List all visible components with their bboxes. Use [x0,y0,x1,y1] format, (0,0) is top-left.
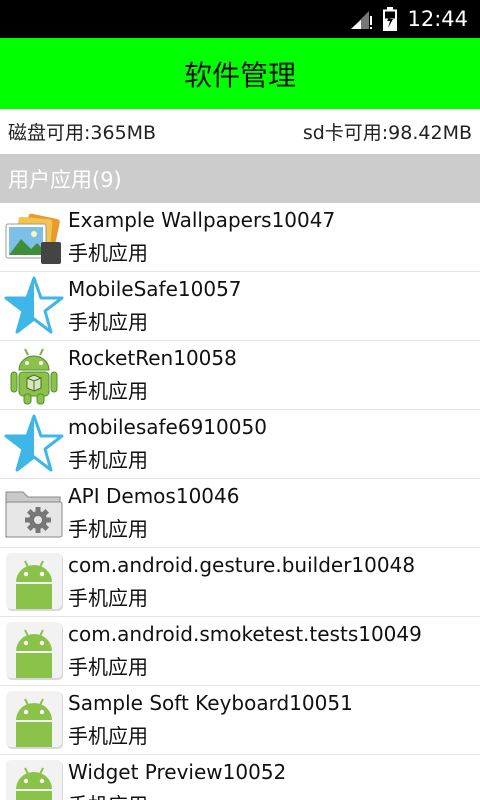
clock: 12:44 [407,7,468,31]
app-name: com.android.gesture.builder10048 [68,553,416,577]
app-name: Sample Soft Keyboard10051 [68,691,353,715]
wallpaper-icon [3,206,65,268]
app-type: 手机应用 [68,655,148,679]
signal-icon [351,11,373,29]
app-list-item[interactable]: com.android.smoketest.tests10049 手机应用 [0,617,480,686]
app-name: com.android.smoketest.tests10049 [68,622,422,646]
android-icon [3,689,65,751]
app-list-item[interactable]: Widget Preview10052 手机应用 [0,755,480,800]
app-type: 手机应用 [68,310,148,334]
android-icon [3,620,65,682]
star-icon [3,275,65,337]
app-type: 手机应用 [68,724,148,748]
app-list-item[interactable]: API Demos10046 手机应用 [0,479,480,548]
app-type: 手机应用 [68,789,148,800]
app-name: mobilesafe6910050 [68,415,267,439]
app-name: MobileSafe10057 [68,277,242,301]
app-list-item[interactable]: MobileSafe10057 手机应用 [0,272,480,341]
section-header-user-apps: 用户应用(9) [0,154,480,203]
disk-available: 磁盘可用:365MB [8,122,157,144]
app-type: 手机应用 [68,517,148,541]
folder-gear-icon [3,482,65,544]
app-name: Widget Preview10052 [68,760,287,784]
app-name: Example Wallpapers10047 [68,208,336,232]
app-name: API Demos10046 [68,484,240,508]
app-list-item[interactable]: mobilesafe6910050 手机应用 [0,410,480,479]
storage-info: 磁盘可用:365MB sd卡可用:98.42MB [0,109,480,154]
android-icon [3,551,65,613]
section-label: 用户应用(9) [8,167,122,192]
android-icon [3,758,65,800]
android-robot-icon [3,344,65,406]
status-bar-right: 12:44 [349,0,468,38]
app-list-item[interactable]: Sample Soft Keyboard10051 手机应用 [0,686,480,755]
battery-icon [383,7,398,31]
title-bar: 软件管理 [0,38,480,109]
status-bar: 12:44 [0,0,480,38]
page-title: 软件管理 [183,58,296,92]
app-type: 手机应用 [68,448,148,472]
app-list[interactable]: Example Wallpapers10047 手机应用 MobileSafe10… [0,203,480,800]
star-icon [3,413,65,475]
app-type: 手机应用 [68,379,148,403]
app-name: RocketRen10058 [68,346,237,370]
sd-available: sd卡可用:98.42MB [302,122,472,144]
app-type: 手机应用 [68,586,148,610]
app-list-item[interactable]: com.android.gesture.builder10048 手机应用 [0,548,480,617]
app-list-item[interactable]: Example Wallpapers10047 手机应用 [0,203,480,272]
app-list-item[interactable]: RocketRen10058 手机应用 [0,341,480,410]
app-type: 手机应用 [68,241,148,265]
